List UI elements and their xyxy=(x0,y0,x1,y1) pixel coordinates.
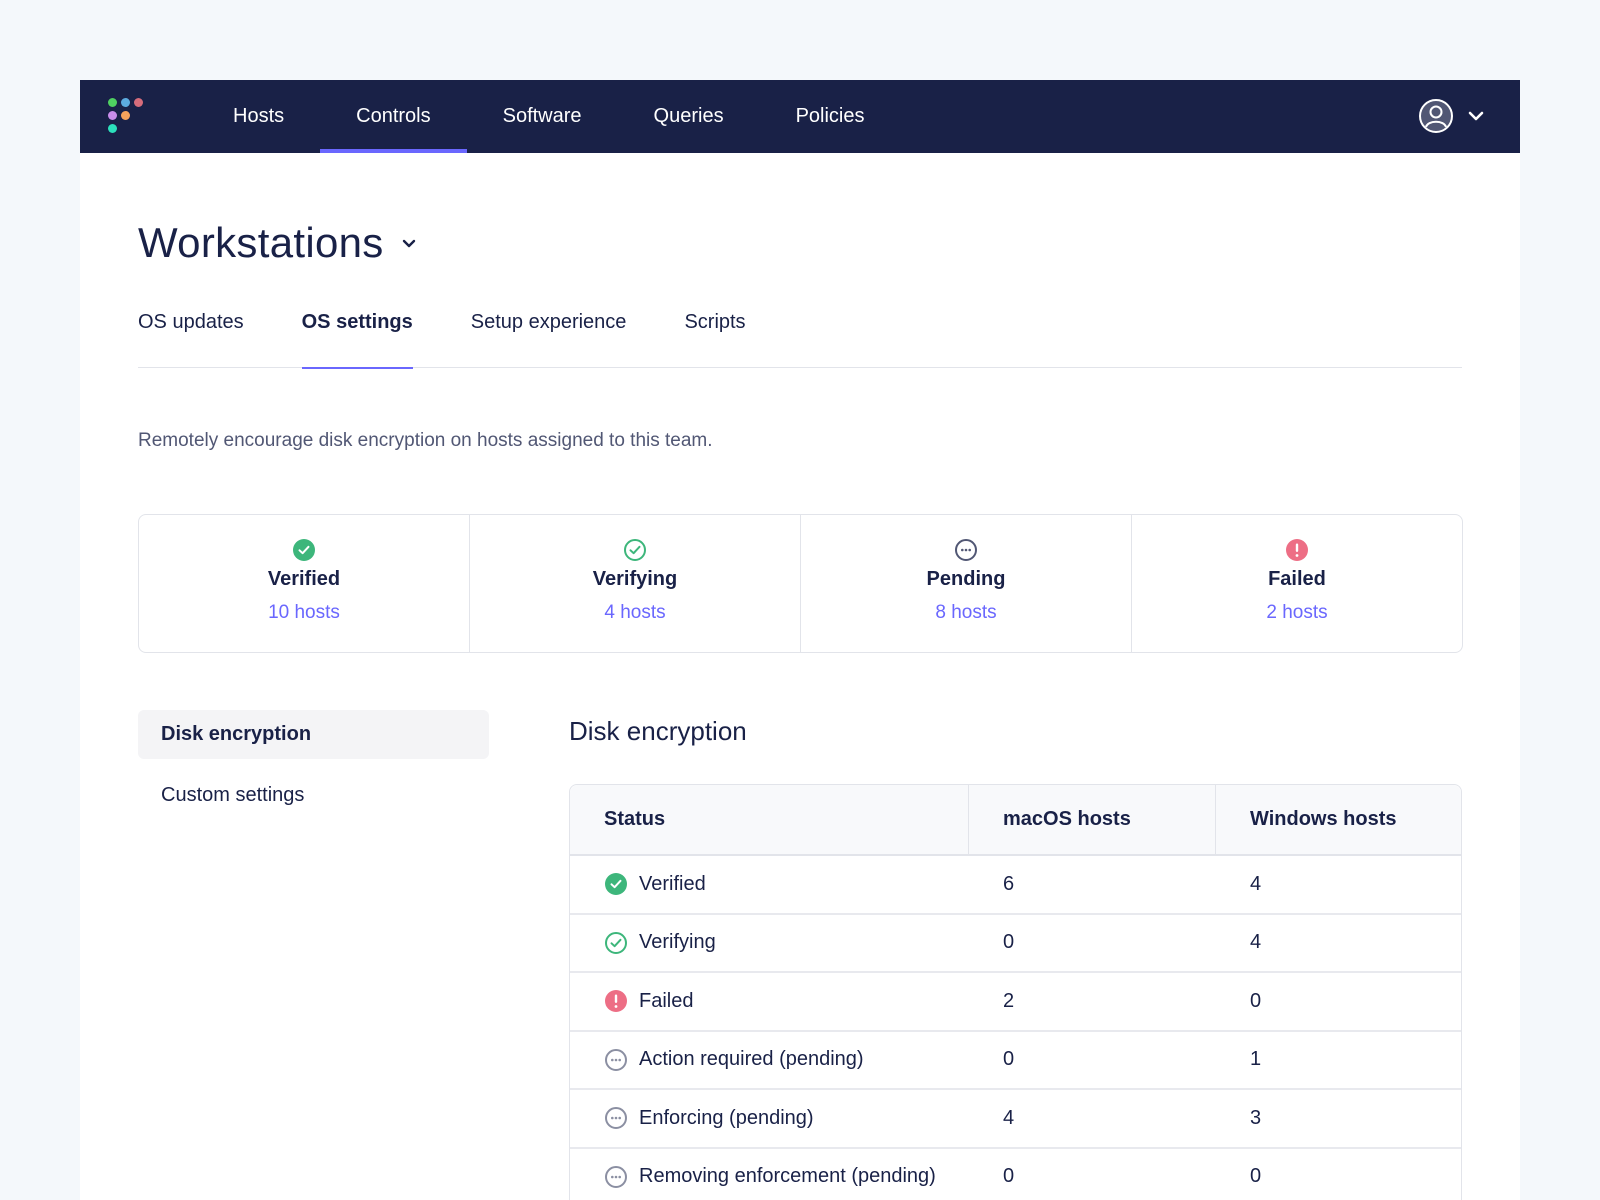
nav-item-policies[interactable]: Policies xyxy=(760,80,901,153)
windows-hosts-count[interactable]: 4 xyxy=(1216,915,1461,972)
verified-icon xyxy=(292,538,316,562)
summary-host-count-link[interactable]: 8 hosts xyxy=(935,602,996,624)
pending-icon xyxy=(954,538,978,562)
status-label: Verifying xyxy=(639,931,716,954)
column-header-windows[interactable]: Windows hosts xyxy=(1216,785,1461,854)
top-navigation: Hosts Controls Software Queries Policies xyxy=(80,80,1520,153)
column-header-status[interactable]: Status xyxy=(570,785,969,854)
table-row: Verified 6 4 xyxy=(570,856,1461,915)
failed-icon xyxy=(1285,538,1309,562)
logo-dot xyxy=(108,124,117,133)
pending-icon xyxy=(604,1106,628,1130)
status-cell: Action required (pending) xyxy=(570,1032,969,1089)
table-body: Verified 6 4 Verifying 0 4 Failed 2 0 Action requ… xyxy=(570,856,1461,1200)
logo-dot xyxy=(121,98,130,107)
summary-verifying: Verifying 4 hosts xyxy=(470,515,801,652)
page-content: Workstations OS updates OS settings Setup … xyxy=(80,219,1520,1200)
table-row: Failed 2 0 xyxy=(570,973,1461,1032)
summary-label: Verifying xyxy=(592,568,678,590)
logo-dot xyxy=(108,98,117,107)
windows-hosts-count[interactable]: 3 xyxy=(1216,1090,1461,1147)
failed-icon xyxy=(604,989,628,1013)
sidenav-item-disk-encryption[interactable]: Disk encryption xyxy=(138,710,489,759)
disk-encryption-table: Status macOS hosts Windows hosts Verifie… xyxy=(569,784,1462,1200)
summary-host-count-link[interactable]: 2 hosts xyxy=(1266,602,1327,624)
windows-hosts-count[interactable]: 4 xyxy=(1216,856,1461,913)
tab-os-updates[interactable]: OS updates xyxy=(138,307,244,368)
nav-item-controls[interactable]: Controls xyxy=(320,80,468,153)
status-cell: Removing enforcement (pending) xyxy=(570,1149,969,1200)
user-avatar-icon xyxy=(1419,99,1453,133)
windows-hosts-count[interactable]: 0 xyxy=(1216,973,1461,1030)
tab-bar: OS updates OS settings Setup experience Scr… xyxy=(138,307,1462,369)
chevron-down-icon xyxy=(402,239,415,247)
windows-hosts-count[interactable]: 0 xyxy=(1216,1149,1461,1200)
team-selector[interactable]: Workstations xyxy=(138,219,1462,267)
status-label: Enforcing (pending) xyxy=(639,1106,814,1129)
pending-icon xyxy=(604,1048,628,1072)
verified-icon xyxy=(604,872,628,896)
tab-setup-experience[interactable]: Setup experience xyxy=(471,307,627,368)
summary-pending: Pending 8 hosts xyxy=(801,515,1132,652)
settings-section: Disk encryption Custom settings Disk encr… xyxy=(138,710,1462,1200)
macos-hosts-count[interactable]: 0 xyxy=(969,915,1216,972)
tab-scripts[interactable]: Scripts xyxy=(684,307,745,368)
verifying-icon xyxy=(623,538,647,562)
settings-sidenav: Disk encryption Custom settings xyxy=(138,710,489,1200)
status-cell: Enforcing (pending) xyxy=(570,1090,969,1147)
disk-encryption-panel: Disk encryption Status macOS hosts Windo… xyxy=(569,710,1462,1200)
logo-dot xyxy=(134,98,143,107)
user-menu[interactable] xyxy=(1418,98,1484,134)
status-label: Verified xyxy=(639,872,706,895)
status-label: Removing enforcement (pending) xyxy=(639,1165,936,1188)
logo-dot xyxy=(121,111,130,120)
status-label: Action required (pending) xyxy=(639,1048,864,1071)
table-header: Status macOS hosts Windows hosts xyxy=(570,785,1461,856)
summary-label: Verified xyxy=(267,568,341,590)
status-label: Failed xyxy=(639,989,694,1012)
tab-os-settings[interactable]: OS settings xyxy=(301,307,413,369)
table-row: Enforcing (pending) 4 3 xyxy=(570,1090,1461,1149)
table-row: Verifying 0 4 xyxy=(570,915,1461,973)
nav-items: Hosts Controls Software Queries Policies xyxy=(197,80,901,153)
summary-host-count-link[interactable]: 10 hosts xyxy=(268,602,340,624)
status-cell: Verified xyxy=(570,856,969,913)
status-cell: Verifying xyxy=(570,915,969,972)
sidenav-item-custom-settings[interactable]: Custom settings xyxy=(138,771,489,820)
logo-dot xyxy=(108,111,117,120)
summary-label: Pending xyxy=(926,568,1006,590)
table-row: Action required (pending) 0 1 xyxy=(570,1032,1461,1090)
nav-item-software[interactable]: Software xyxy=(467,80,618,153)
column-header-macos[interactable]: macOS hosts xyxy=(969,785,1216,854)
pending-icon xyxy=(604,1165,628,1189)
summary-host-count-link[interactable]: 4 hosts xyxy=(604,602,665,624)
windows-hosts-count[interactable]: 1 xyxy=(1216,1032,1461,1089)
verifying-icon xyxy=(604,931,628,955)
summary-label: Failed xyxy=(1268,568,1326,590)
summary-verified: Verified 10 hosts xyxy=(139,515,470,652)
macos-hosts-count[interactable]: 0 xyxy=(969,1149,1216,1200)
page-title: Workstations xyxy=(138,219,384,266)
status-cell: Failed xyxy=(570,973,969,1030)
section-title: Disk encryption xyxy=(569,716,747,746)
table-row: Removing enforcement (pending) 0 0 xyxy=(570,1149,1461,1200)
nav-item-hosts[interactable]: Hosts xyxy=(197,80,320,153)
macos-hosts-count[interactable]: 4 xyxy=(969,1090,1216,1147)
disk-encryption-summary: Verified 10 hosts Verifying 4 hosts Pending 8… xyxy=(138,514,1463,653)
macos-hosts-count[interactable]: 6 xyxy=(969,856,1216,913)
app-window: Hosts Controls Software Queries Policies Wor… xyxy=(80,80,1520,1200)
page-description: Remotely encourage disk encryption on ho… xyxy=(138,430,713,451)
macos-hosts-count[interactable]: 0 xyxy=(969,1032,1216,1089)
nav-item-queries[interactable]: Queries xyxy=(618,80,760,153)
fleet-logo[interactable] xyxy=(80,80,197,153)
macos-hosts-count[interactable]: 2 xyxy=(969,973,1216,1030)
chevron-down-icon xyxy=(1468,111,1484,121)
summary-failed: Failed 2 hosts xyxy=(1132,515,1462,652)
